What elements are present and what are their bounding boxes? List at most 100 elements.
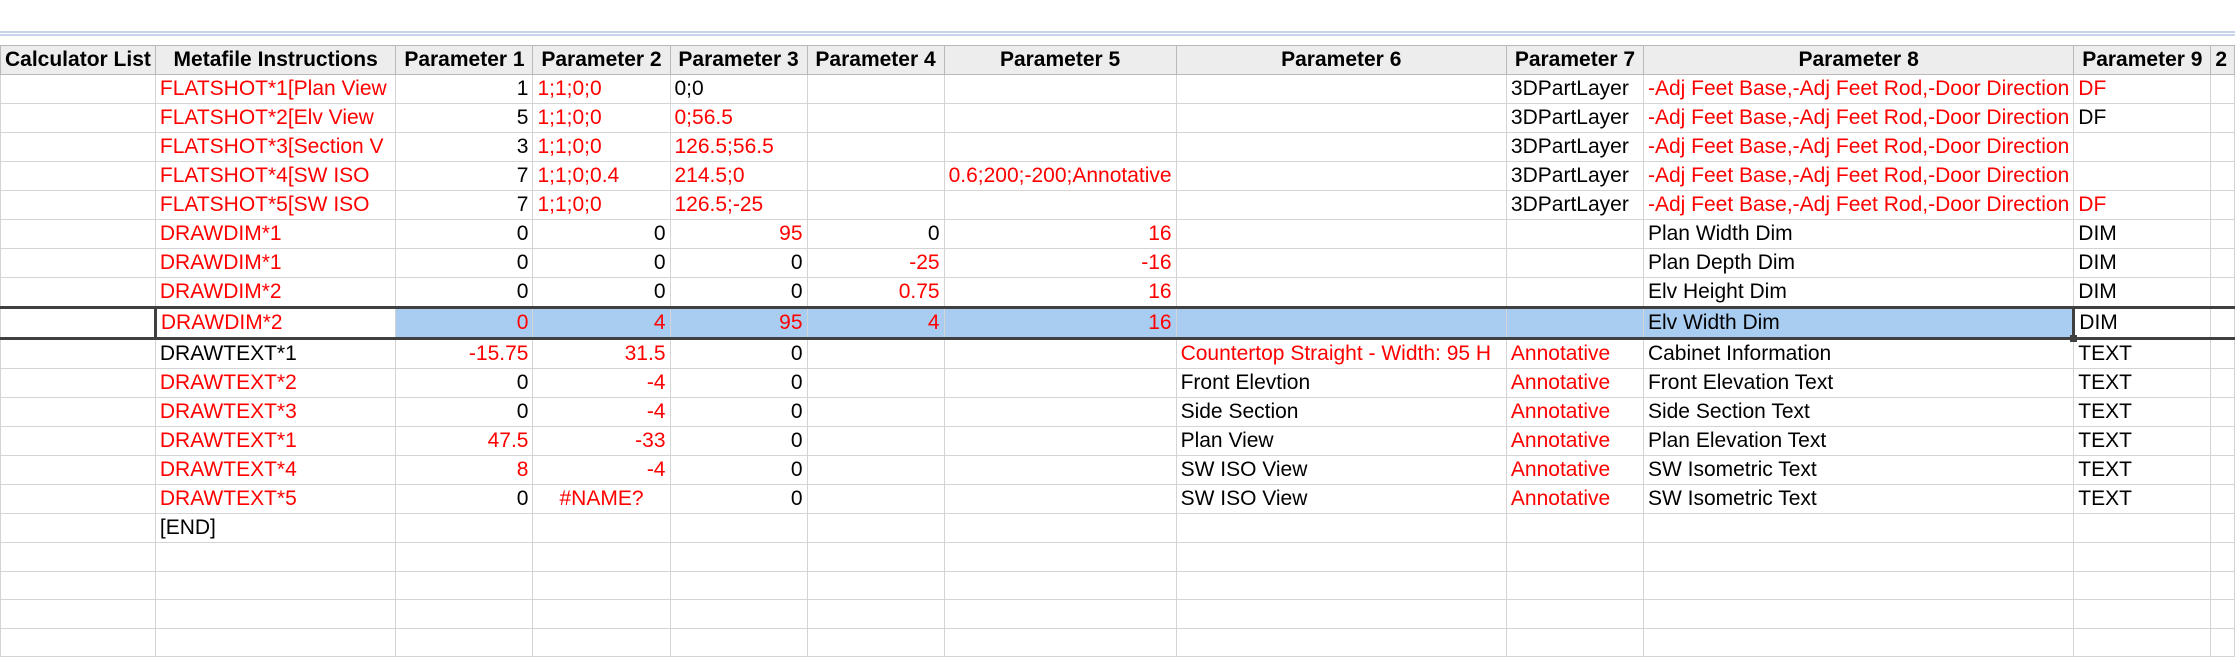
cell[interactable]: 0 [806,219,945,249]
cell[interactable] [2210,219,2235,249]
cell[interactable] [0,627,156,657]
cell[interactable] [0,455,156,485]
cell[interactable]: 0 [395,368,534,398]
cell[interactable] [1505,248,1644,278]
col-header-parameter-8[interactable]: Parameter 8 [1642,45,2075,75]
cell[interactable] [806,74,945,104]
cell[interactable] [0,74,156,104]
cell[interactable] [1175,132,1507,162]
cell[interactable] [395,513,534,543]
cell[interactable]: 1 [395,74,534,104]
cell[interactable] [1505,513,1644,543]
cell[interactable]: -Adj Feet Base,-Adj Feet Rod,-Door Direc… [1642,161,2075,191]
cell[interactable]: 0 [532,248,671,278]
cell[interactable] [2210,426,2235,456]
cell[interactable]: 1;1;0;0 [532,74,671,104]
cell[interactable]: DRAWTEXT*2 [154,368,397,398]
cell[interactable] [154,570,397,601]
cell[interactable]: DIM [2073,248,2212,278]
cell[interactable] [1175,513,1507,543]
cell[interactable]: 1;1;0;0.4 [532,161,671,191]
cell[interactable] [395,542,534,572]
cell[interactable]: 0.75 [806,277,945,308]
cell[interactable] [532,570,671,601]
cell[interactable] [395,627,534,657]
cell[interactable]: -4 [532,455,671,485]
cell[interactable] [943,513,1177,543]
cell[interactable] [669,599,808,629]
cell[interactable]: -Adj Feet Base,-Adj Feet Rod,-Door Direc… [1642,190,2075,220]
cell[interactable] [806,338,945,369]
cell[interactable]: 0 [395,306,534,340]
cell[interactable]: Elv Width Dim [1642,306,2076,340]
cell[interactable]: DRAWDIM*1 [154,248,397,278]
cell[interactable] [532,599,671,629]
cell[interactable] [1505,277,1644,308]
cell[interactable] [0,103,156,133]
cell[interactable] [1175,599,1507,629]
cell[interactable]: Elv Height Dim [1642,277,2075,308]
cell[interactable]: 1;1;0;0 [532,132,671,162]
cell[interactable]: 0;0 [669,74,808,104]
cell[interactable] [806,599,945,629]
cell[interactable]: DRAWDIM*2 [153,306,397,340]
cell[interactable]: Side Section Text [1642,397,2075,427]
cell[interactable] [2210,484,2235,514]
cell[interactable] [0,190,156,220]
col-header-parameter-2[interactable]: Parameter 2 [532,45,671,75]
cell[interactable]: -Adj Feet Base,-Adj Feet Rod,-Door Direc… [1642,132,2075,162]
cell[interactable]: Plan Depth Dim [1642,248,2075,278]
cell[interactable]: 126.5;-25 [669,190,808,220]
cell[interactable] [1175,277,1507,308]
cell[interactable] [2210,397,2235,427]
cell[interactable] [1642,627,2075,657]
cell[interactable] [1175,248,1507,278]
cell[interactable]: 126.5;56.5 [669,132,808,162]
cell[interactable] [1642,542,2075,572]
cell[interactable] [1175,570,1507,601]
cell[interactable] [806,484,945,514]
cell[interactable] [806,397,945,427]
cell[interactable] [2073,513,2212,543]
cell[interactable] [806,627,945,657]
cell[interactable] [669,570,808,601]
cell[interactable] [2210,277,2235,308]
cell[interactable] [2210,542,2235,572]
cell[interactable] [154,627,397,657]
cell[interactable]: 16 [943,306,1177,340]
cell[interactable] [0,338,156,369]
cell[interactable] [2210,190,2235,220]
cell[interactable] [2073,542,2212,572]
cell[interactable]: TEXT [2073,484,2212,514]
cell[interactable] [806,161,945,191]
cell[interactable] [943,627,1177,657]
cell[interactable]: DRAWTEXT*1 [154,426,397,456]
col-header-parameter-4[interactable]: Parameter 4 [806,45,945,75]
cell[interactable] [943,74,1177,104]
cell[interactable] [806,570,945,601]
cell[interactable] [2210,513,2235,543]
cell[interactable]: 4 [806,306,945,340]
cell[interactable]: DRAWTEXT*5 [154,484,397,514]
cell[interactable]: Cabinet Information [1642,338,2075,369]
cell[interactable]: Annotative [1505,338,1644,369]
cell[interactable] [669,627,808,657]
cell[interactable]: 1;1;0;0 [532,190,671,220]
cell[interactable]: TEXT [2073,397,2212,427]
cell[interactable] [2210,627,2235,657]
cell[interactable] [2073,627,2212,657]
cell[interactable]: -Adj Feet Base,-Adj Feet Rod,-Door Direc… [1642,74,2075,104]
col-header-parameter-3[interactable]: Parameter 3 [669,45,808,75]
cell[interactable]: TEXT [2073,368,2212,398]
cell[interactable] [943,542,1177,572]
cell[interactable]: FLATSHOT*3[Section V [154,132,397,162]
cell[interactable] [2210,338,2235,369]
cell[interactable] [0,397,156,427]
cell[interactable]: 214.5;0 [669,161,808,191]
cell[interactable]: SW ISO View [1175,455,1507,485]
cell[interactable] [806,368,945,398]
cell[interactable]: 8 [395,455,534,485]
cell[interactable]: 0 [532,219,671,249]
cell[interactable]: 3DPartLayer [1505,161,1644,191]
cell[interactable]: Annotative [1505,397,1644,427]
